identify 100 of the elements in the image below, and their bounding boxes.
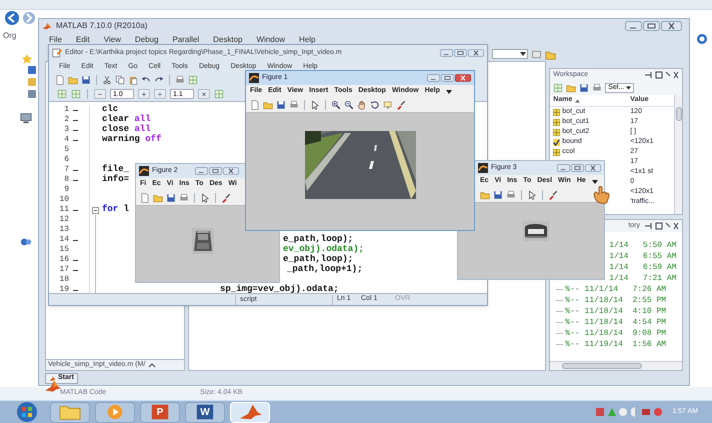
overflow-chevron-icon[interactable] <box>592 180 598 184</box>
line-number: 19 <box>58 284 69 293</box>
printer-icon[interactable] <box>289 100 299 110</box>
brush-icon[interactable] <box>396 100 406 110</box>
taskbar-button[interactable]: W <box>185 402 225 422</box>
rotate-icon[interactable] <box>370 100 380 110</box>
system-tray-icon[interactable] <box>596 405 662 419</box>
zoom-out-icon[interactable] <box>344 100 354 110</box>
menu-item[interactable]: Debug <box>134 34 158 46</box>
history-entry[interactable]: %-- 11/1/14 7:26 AM <box>565 284 666 295</box>
history-entry[interactable]: %-- 11/18/14 9:08 PM <box>565 328 666 339</box>
pointer-icon[interactable] <box>310 100 320 110</box>
window-title: MATLAB 7.10.0 (R2010a) <box>56 20 148 32</box>
maximize-button[interactable] <box>454 49 467 57</box>
matrix-icon <box>553 128 560 136</box>
maximize-button[interactable] <box>643 21 660 31</box>
minimize-button[interactable] <box>427 74 440 82</box>
panel-controls-icon[interactable] <box>644 71 679 79</box>
printer-icon[interactable] <box>592 83 602 93</box>
minimize-button[interactable] <box>557 164 570 172</box>
menu-item[interactable]: Window <box>256 34 285 46</box>
folder-icon[interactable] <box>480 190 490 200</box>
minimize-button[interactable] <box>440 49 453 57</box>
star-icon <box>22 54 32 64</box>
browse-icon[interactable] <box>531 48 542 60</box>
code-line: close all <box>102 123 151 134</box>
history-entry[interactable]: 1/14 6:55 AM <box>609 251 676 262</box>
menu-item[interactable]: Desktop <box>213 34 243 46</box>
history-entry[interactable]: 1/14 5:50 AM <box>609 240 676 251</box>
minimize-button[interactable] <box>195 167 208 175</box>
close-button[interactable] <box>223 167 239 175</box>
zoom-in-icon[interactable] <box>331 100 341 110</box>
code-line: info= <box>102 173 130 186</box>
scrollbar[interactable] <box>550 361 682 370</box>
close-button[interactable] <box>585 164 601 172</box>
maximize-button[interactable] <box>571 164 584 172</box>
pointer-icon[interactable] <box>200 193 210 203</box>
code-line: for l <box>102 203 130 216</box>
paste-icon[interactable] <box>128 75 138 85</box>
printer-icon[interactable] <box>179 193 189 203</box>
overflow-chevron-icon[interactable] <box>446 90 452 94</box>
matrix-icon <box>553 118 560 126</box>
code-line: sp_img=vev_obj).odata; <box>220 283 339 293</box>
printer-icon[interactable] <box>506 190 516 200</box>
close-button[interactable] <box>468 49 484 57</box>
cell-button[interactable]: − <box>94 89 106 99</box>
help-icon[interactable] <box>697 34 707 44</box>
table-icon[interactable] <box>553 83 564 93</box>
new-file-icon[interactable] <box>55 75 65 85</box>
brush-icon[interactable] <box>548 190 558 200</box>
copy-icon[interactable] <box>115 75 125 85</box>
matrix-icon <box>553 148 560 156</box>
history-entry[interactable]: 1/14 6:59 AM <box>609 262 676 273</box>
folder-dropdown[interactable] <box>492 49 528 59</box>
back-button[interactable] <box>3 11 21 25</box>
minimize-button[interactable] <box>625 21 642 31</box>
menu-item[interactable]: File <box>49 34 62 46</box>
network-icon[interactable] <box>20 236 32 248</box>
printer-icon[interactable] <box>175 75 185 85</box>
close-button[interactable] <box>455 74 471 82</box>
history-entry[interactable]: %-- 11/18/14 2:55 PM <box>565 295 666 306</box>
history-entry[interactable]: %-- 11/19/14 1:56 AM <box>565 339 666 350</box>
menu-item[interactable]: View <box>104 34 121 46</box>
menu-item[interactable]: Edit <box>76 34 90 46</box>
pointer-icon[interactable] <box>527 190 537 200</box>
line-number: 17 <box>58 264 69 276</box>
folder-icon[interactable] <box>68 75 78 85</box>
start-orb-button[interactable] <box>16 401 38 423</box>
code-line: _path,loop+1); <box>287 263 363 276</box>
close-button[interactable] <box>661 21 682 31</box>
menu-item[interactable]: Help <box>298 34 316 46</box>
folder-icon[interactable] <box>153 193 163 203</box>
collapse-icon[interactable] <box>148 362 156 368</box>
line-number: 15 <box>58 244 69 256</box>
new-file-icon[interactable] <box>250 100 260 110</box>
folder-icon[interactable] <box>263 100 273 110</box>
scrollbar[interactable] <box>674 95 682 214</box>
brush-icon[interactable] <box>221 193 231 203</box>
history-entry[interactable]: 1/14 7:21 AM <box>609 273 676 284</box>
organize-menu[interactable]: Org <box>3 30 16 42</box>
line-number: 16 <box>58 254 69 266</box>
history-entry[interactable]: %-- 11/18/14 4:10 PM <box>565 306 666 317</box>
checkmark-icon <box>553 138 560 146</box>
cell-button[interactable]: × <box>198 89 210 99</box>
maximize-button[interactable] <box>209 167 222 175</box>
scissors-icon[interactable] <box>102 75 112 85</box>
caret-icon <box>520 52 526 56</box>
cell-button[interactable]: + <box>138 89 150 99</box>
hand-icon[interactable] <box>357 100 367 110</box>
folder-icon[interactable] <box>566 83 576 93</box>
fold-toggle-icon[interactable] <box>92 206 98 214</box>
cell-button[interactable]: ÷ <box>154 89 166 99</box>
line-number: 5 <box>63 144 69 156</box>
new-file-icon[interactable] <box>140 193 150 203</box>
computer-icon[interactable] <box>20 112 32 124</box>
taskbar-button[interactable]: P <box>140 402 180 422</box>
history-entry[interactable]: %-- 11/18/14 4:54 PM <box>565 317 666 328</box>
menu-item[interactable]: Parallel <box>172 34 200 46</box>
maximize-button[interactable] <box>441 74 454 82</box>
panel-controls-icon[interactable] <box>644 222 679 230</box>
